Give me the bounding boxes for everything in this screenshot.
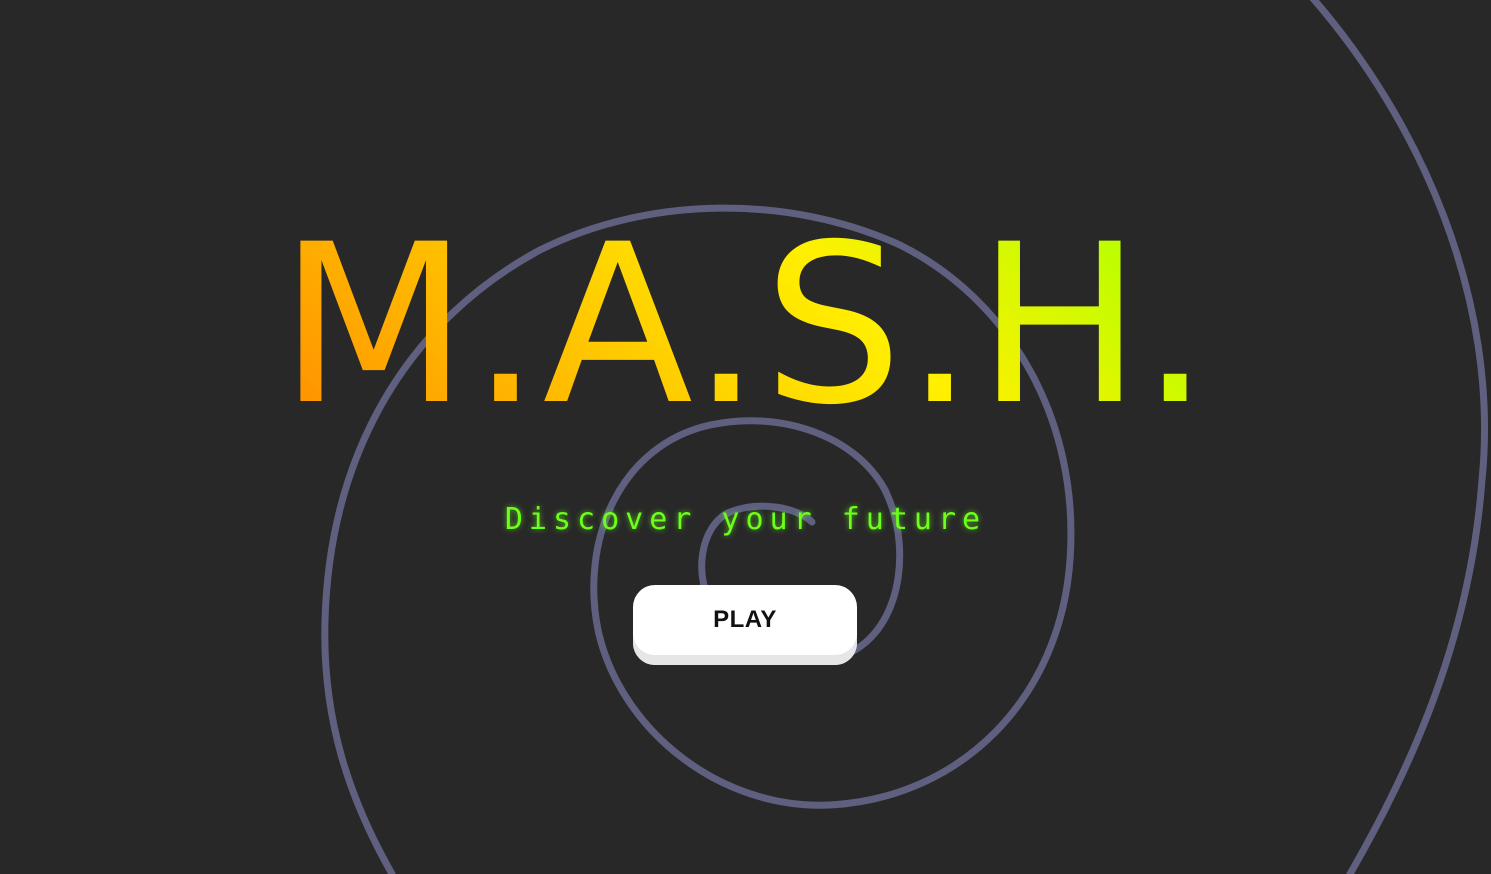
play-button[interactable]: PLAY: [633, 585, 857, 665]
game-title: M.A.S.H.: [0, 205, 1491, 445]
title-screen: M.A.S.H. Discover your future PLAY: [0, 0, 1491, 874]
tagline: Discover your future: [504, 502, 987, 537]
